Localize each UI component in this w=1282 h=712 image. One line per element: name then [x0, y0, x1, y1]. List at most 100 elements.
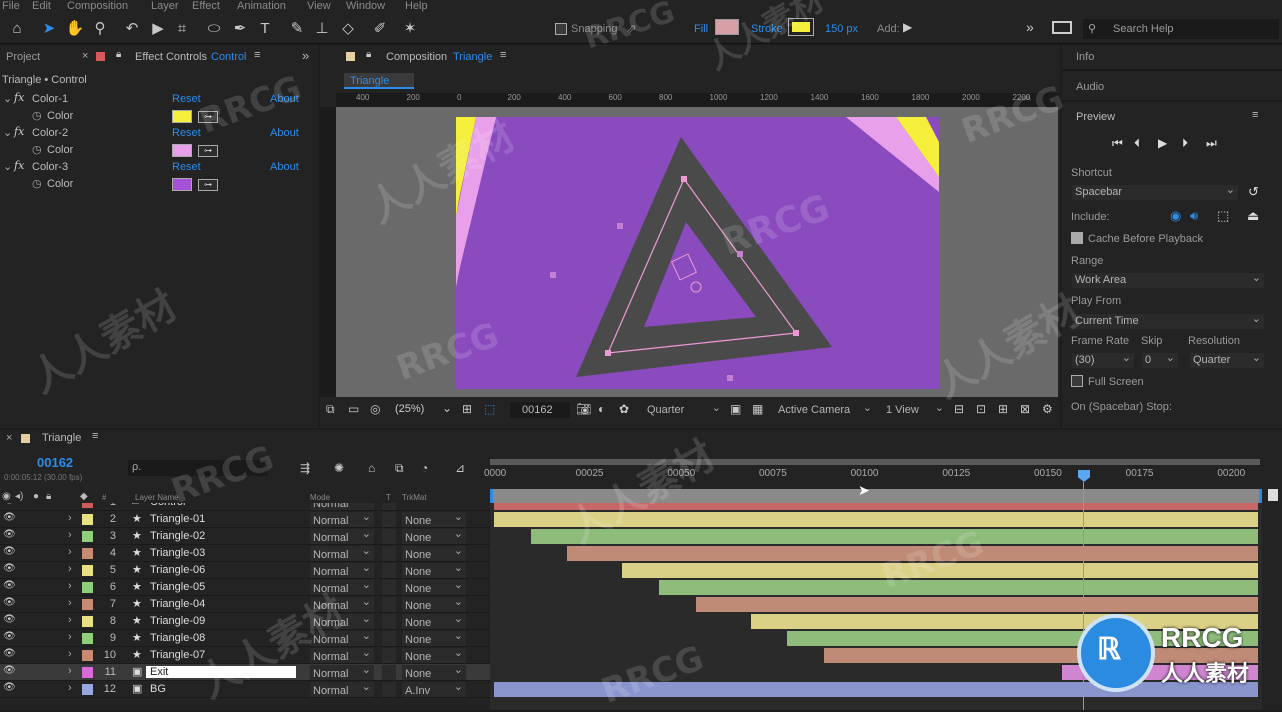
layer-trkmat-dropdown[interactable]: None: [402, 578, 466, 595]
twirl-chevron-icon[interactable]: ›: [68, 580, 72, 592]
layer-mode-dropdown[interactable]: Normal: [310, 544, 374, 561]
layer-trkmat-dropdown[interactable]: None: [402, 612, 466, 629]
menu-animation[interactable]: Animation: [237, 0, 286, 12]
rotate-tool-icon[interactable]: ↶: [121, 18, 143, 40]
range-dropdown[interactable]: Work Area: [1072, 271, 1264, 288]
layer-row[interactable]: 👁︎ › 10 ★ Triangle-07 Normal None: [0, 646, 490, 664]
play-icon[interactable]: ▶: [1158, 136, 1167, 150]
layer-name[interactable]: BG: [150, 683, 166, 695]
layer-row[interactable]: 👁︎ › 12 ▣ BG Normal A.Inv: [0, 680, 490, 698]
layer-label-color[interactable]: [82, 503, 93, 508]
layer-mode-dropdown[interactable]: Normal: [310, 629, 374, 646]
play-from-dropdown[interactable]: Current Time: [1072, 312, 1264, 329]
layer-row[interactable]: 👁︎ › 8 ★ Triangle-09 Normal None: [0, 612, 490, 630]
eye-icon[interactable]: 👁︎: [3, 682, 16, 693]
pan-behind-tool-icon[interactable]: ⌗: [171, 18, 193, 40]
views-dropdown[interactable]: 1 View: [883, 401, 947, 418]
transparency-grid-icon[interactable]: ▦: [752, 402, 763, 416]
color-swatch[interactable]: [172, 110, 192, 123]
lock-icon[interactable]: 🔒︎: [116, 49, 121, 60]
layer-name[interactable]: Triangle-08: [150, 632, 205, 644]
clone-stamp-tool-icon[interactable]: ⊥: [311, 18, 333, 40]
eye-icon[interactable]: 👁︎: [3, 563, 16, 574]
layer-mode-dropdown[interactable]: Normal: [310, 503, 374, 510]
layer-label-color[interactable]: [82, 684, 93, 695]
layer-label-color[interactable]: [82, 616, 93, 627]
layer-duration-bar[interactable]: [695, 597, 1258, 612]
zoom-level[interactable]: (25%): [395, 403, 424, 415]
layer-label-color[interactable]: [82, 565, 93, 576]
eraser-tool-icon[interactable]: ◇: [337, 18, 359, 40]
flowchart-icon[interactable]: ⊠: [1020, 402, 1030, 416]
panel-menu-icon[interactable]: ≡: [1252, 109, 1258, 121]
current-time-field[interactable]: 00162: [510, 402, 570, 418]
eye-icon[interactable]: 👁︎: [3, 512, 16, 523]
layer-label-color[interactable]: [82, 548, 93, 559]
layer-name[interactable]: Triangle-06: [150, 564, 205, 576]
layer-duration-bar[interactable]: [494, 503, 1258, 510]
close-icon[interactable]: ×: [6, 432, 12, 444]
menu-edit[interactable]: Edit: [32, 0, 51, 12]
layer-trkmat-dropdown[interactable]: None: [402, 629, 466, 646]
tab-project[interactable]: Project: [6, 51, 40, 63]
zoom-chevron-icon[interactable]: ⌄: [442, 401, 452, 415]
grid-icon[interactable]: ⊞: [462, 402, 472, 416]
twirl-chevron-icon[interactable]: ›: [68, 512, 72, 524]
preserve-transparency-toggle[interactable]: [382, 631, 396, 646]
reset-icon[interactable]: ↺: [1248, 184, 1259, 200]
text-tool-icon[interactable]: T: [254, 18, 276, 40]
work-area-range[interactable]: [490, 489, 1262, 503]
twirl-chevron-icon[interactable]: ›: [68, 597, 72, 609]
work-area-bar[interactable]: [490, 459, 1260, 465]
hand-tool-icon[interactable]: ✋: [64, 18, 86, 40]
twirl-chevron-icon[interactable]: ›: [68, 546, 72, 558]
eye-icon[interactable]: 👁︎: [3, 529, 16, 540]
preview-tab[interactable]: Preview: [1076, 111, 1115, 123]
layer-mode-dropdown[interactable]: Normal: [310, 646, 374, 663]
layer-row[interactable]: 👁︎ › 9 ★ Triangle-08 Normal None: [0, 629, 490, 647]
layer-duration-bar[interactable]: [494, 512, 1258, 527]
layer-name[interactable]: Triangle-09: [150, 615, 205, 627]
stopwatch-icon[interactable]: ◷: [32, 109, 42, 122]
stroke-width-value[interactable]: 150 px: [825, 23, 858, 35]
expand-workspace-icon[interactable]: »: [1026, 19, 1034, 35]
layer-name[interactable]: Triangle-01: [150, 513, 205, 525]
full-screen-checkbox[interactable]: [1071, 375, 1083, 387]
shortcut-dropdown[interactable]: Spacebar: [1072, 183, 1238, 200]
brush-tool-icon[interactable]: ✎: [286, 18, 308, 40]
panel-menu-icon[interactable]: ≡: [500, 49, 506, 61]
layer-duration-bar[interactable]: [530, 529, 1258, 544]
effect-about-link[interactable]: About: [270, 127, 299, 139]
eye-icon[interactable]: 👁︎: [3, 614, 16, 625]
lock-icon[interactable]: 🔒︎: [366, 49, 371, 60]
layer-row[interactable]: 👁︎ › 11 ▣Exit Normal None: [0, 663, 490, 681]
fill-label[interactable]: Fill: [694, 23, 708, 35]
comp-end-marker[interactable]: [1268, 489, 1278, 501]
layer-trkmat-dropdown[interactable]: None: [402, 527, 466, 544]
twirl-chevron-icon[interactable]: ›: [68, 648, 72, 660]
twirl-chevron-icon[interactable]: ›: [68, 503, 72, 507]
layer-mode-dropdown[interactable]: Normal: [310, 612, 374, 629]
effect-about-link[interactable]: About: [270, 161, 299, 173]
layer-row[interactable]: 👁︎ › 2 ★ Triangle-01 Normal None: [0, 510, 490, 528]
region-icon[interactable]: ⬚: [484, 402, 495, 416]
puppet-tool-icon[interactable]: ✶: [399, 18, 421, 40]
include-video-icon[interactable]: ◉: [1170, 208, 1181, 224]
last-frame-icon[interactable]: ⏭: [1206, 136, 1217, 151]
roto-brush-tool-icon[interactable]: ✐: [369, 18, 391, 40]
composition-name[interactable]: Triangle: [453, 51, 492, 63]
eye-icon[interactable]: 👁︎: [3, 597, 16, 608]
effect-reset-link[interactable]: Reset: [172, 127, 201, 139]
layer-row[interactable]: 👁︎ › 4 ★ Triangle-03 Normal None: [0, 544, 490, 562]
column-layer-name[interactable]: Layer Name: [135, 493, 179, 502]
preserve-transparency-toggle[interactable]: [382, 546, 396, 561]
layer-label-color[interactable]: [82, 650, 93, 661]
preserve-transparency-toggle[interactable]: [382, 648, 396, 663]
layer-name[interactable]: Exit: [146, 666, 296, 678]
ellipse-tool-icon[interactable]: ⬭: [203, 18, 225, 40]
graph-editor-icon[interactable]: ⊿: [455, 461, 465, 475]
twirl-chevron-icon[interactable]: ›: [68, 614, 72, 626]
preserve-transparency-toggle[interactable]: [382, 512, 396, 527]
next-frame-icon[interactable]: ⏵: [1182, 136, 1188, 151]
snapshot-icon[interactable]: 📷︎: [576, 402, 591, 416]
